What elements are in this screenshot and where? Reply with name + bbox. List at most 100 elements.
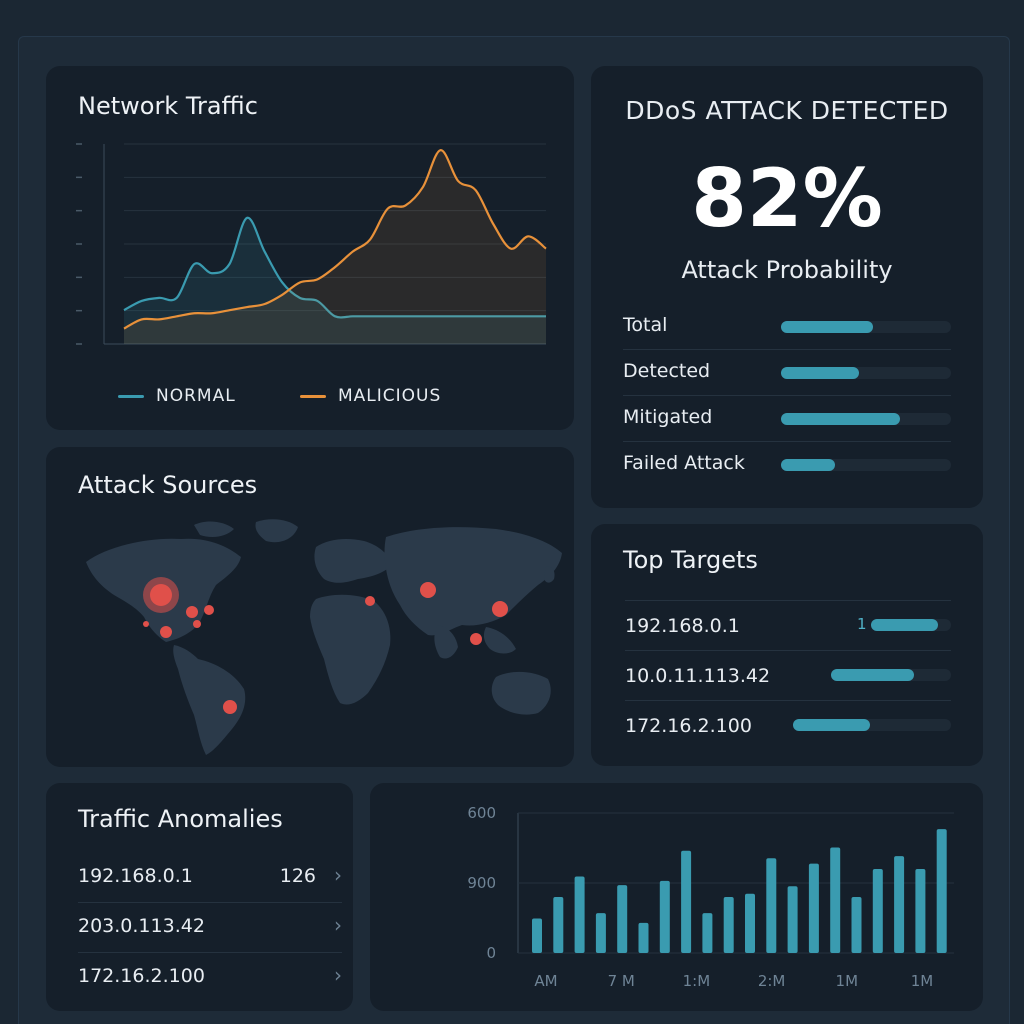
- stat-row-total: Total: [623, 304, 951, 350]
- anomaly-count: 126: [279, 865, 316, 887]
- bar[interactable]: [595, 913, 606, 953]
- y-tick-label: 0: [486, 944, 496, 962]
- bar[interactable]: [851, 897, 862, 953]
- bar[interactable]: [872, 869, 883, 953]
- chevron-right-icon[interactable]: ›: [334, 963, 342, 987]
- target-bar-fill: [871, 619, 939, 631]
- stat-label: Mitigated: [623, 406, 713, 428]
- hotspot-dot: [420, 582, 436, 598]
- legend-malicious-label: MALICIOUS: [338, 386, 442, 406]
- stat-label: Failed Attack: [623, 452, 745, 474]
- hotspot-dot: [223, 700, 237, 714]
- target-count: 1: [857, 615, 867, 633]
- world-map-landmass: [86, 519, 562, 755]
- bar[interactable]: [659, 880, 670, 953]
- bar[interactable]: [553, 897, 564, 953]
- world-map[interactable]: [66, 507, 566, 757]
- x-tick-label: AM: [534, 972, 557, 990]
- network-traffic-chart: [76, 143, 547, 345]
- stat-bar-fill: [781, 321, 873, 333]
- bar[interactable]: [894, 856, 905, 953]
- hotspot-dot: [143, 621, 149, 627]
- hotspot-dot: [204, 605, 214, 615]
- anomaly-ip: 172.16.2.100: [78, 965, 205, 987]
- stat-label: Total: [623, 314, 668, 336]
- hotspot-dot: [150, 584, 172, 606]
- stat-row-mitigated: Mitigated: [623, 396, 951, 442]
- stat-bar-fill: [781, 413, 900, 425]
- x-tick-label: 1M: [836, 972, 859, 990]
- bar[interactable]: [936, 829, 947, 953]
- target-bar-track: [793, 719, 951, 731]
- stat-bar-fill: [781, 459, 836, 471]
- stat-bar-track: [781, 459, 951, 471]
- stat-row-detected: Detected: [623, 350, 951, 396]
- legend-malicious-swatch: [300, 394, 326, 398]
- y-tick-label: 600: [467, 804, 496, 822]
- legend-malicious[interactable]: MALICIOUS: [300, 386, 441, 406]
- ddos-card: DDoS ATTACK DETECTED 82% Attack Probabil…: [591, 66, 983, 508]
- network-traffic-title: Network Traffic: [78, 92, 258, 120]
- traffic-anomalies-card: Traffic Anomalies 192.168.0.1 126 › 203.…: [46, 783, 353, 1011]
- target-row[interactable]: 10.0.11.113.42: [625, 650, 951, 700]
- bar[interactable]: [830, 847, 841, 953]
- bar[interactable]: [766, 858, 777, 953]
- attack-sources-card: Attack Sources: [46, 447, 574, 767]
- hotspot-dot: [193, 620, 201, 628]
- bar[interactable]: [915, 869, 926, 953]
- target-bar-track: [871, 619, 951, 631]
- bar[interactable]: [574, 876, 585, 953]
- target-bar-fill: [793, 719, 871, 731]
- anomaly-row[interactable]: 172.16.2.100 ›: [78, 953, 342, 1003]
- bar[interactable]: [532, 918, 542, 953]
- target-ip: 10.0.11.113.42: [625, 665, 771, 687]
- hotspot-dot: [186, 606, 198, 618]
- bar[interactable]: [745, 893, 755, 953]
- legend-normal[interactable]: NORMAL: [118, 386, 236, 406]
- traffic-anomalies-title: Traffic Anomalies: [78, 805, 283, 833]
- hotspot-dot: [470, 633, 482, 645]
- bar[interactable]: [617, 885, 628, 953]
- traffic-volume-card: 0 900 600 AM 7 M 1:M 2:M 1M 1M: [370, 783, 983, 1011]
- x-tick-label: 7 M: [608, 972, 635, 990]
- bar[interactable]: [681, 850, 692, 953]
- anomaly-row[interactable]: 192.168.0.1 126 ›: [78, 853, 342, 903]
- top-targets-title: Top Targets: [623, 546, 758, 574]
- legend-normal-label: NORMAL: [156, 386, 236, 406]
- bar[interactable]: [808, 863, 819, 953]
- bar[interactable]: [787, 886, 798, 953]
- anomaly-ip: 203.0.113.42: [78, 915, 205, 937]
- bar[interactable]: [702, 913, 713, 953]
- x-tick-label: 1M: [911, 972, 934, 990]
- anomaly-ip: 192.168.0.1: [78, 865, 193, 887]
- traffic-volume-chart: 0 900 600 AM 7 M 1:M 2:M 1M 1M: [467, 804, 954, 990]
- ddos-alert-title: DDoS ATTACK DETECTED: [625, 96, 949, 125]
- stat-bar-track: [781, 321, 951, 333]
- attack-probability-value: 82%: [691, 152, 883, 245]
- hotspot-dot: [160, 626, 172, 638]
- chevron-right-icon[interactable]: ›: [334, 863, 342, 887]
- target-row[interactable]: 172.16.2.100: [625, 700, 951, 750]
- x-tick-label: 1:M: [683, 972, 711, 990]
- stat-bar-track: [781, 413, 951, 425]
- attack-probability-label: Attack Probability: [681, 256, 893, 284]
- y-tick-label: 900: [467, 874, 496, 892]
- stat-label: Detected: [623, 360, 711, 382]
- top-targets-card: Top Targets 192.168.0.1 1 10.0.11.113.42…: [591, 524, 983, 766]
- legend-normal-swatch: [118, 394, 144, 398]
- stat-bar-track: [781, 367, 951, 379]
- stat-bar-fill: [781, 367, 860, 379]
- bar[interactable]: [723, 897, 734, 953]
- anomaly-row[interactable]: 203.0.113.42 ›: [78, 903, 342, 953]
- target-ip: 192.168.0.1: [625, 615, 740, 637]
- chevron-right-icon[interactable]: ›: [334, 913, 342, 937]
- hotspot-dot: [365, 596, 375, 606]
- hotspot-dot: [492, 601, 508, 617]
- network-traffic-card: Network Traffic NORMAL MALICIOUS: [46, 66, 574, 430]
- target-bar-fill: [831, 669, 914, 681]
- bar[interactable]: [638, 922, 649, 953]
- attack-sources-title: Attack Sources: [78, 471, 258, 499]
- target-row[interactable]: 192.168.0.1 1: [625, 600, 951, 650]
- stat-row-failed-attack: Failed Attack: [623, 442, 951, 488]
- x-tick-label: 2:M: [758, 972, 786, 990]
